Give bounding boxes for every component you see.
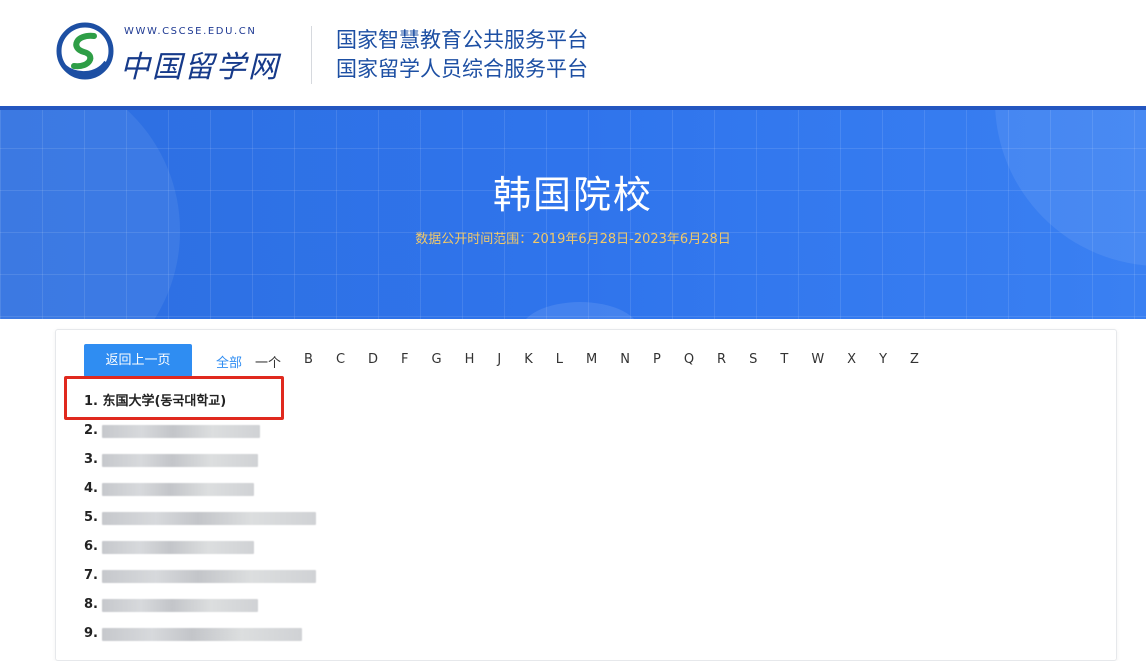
list-item[interactable]: 2. — [84, 421, 260, 441]
filter-letter[interactable]: B — [304, 352, 313, 371]
blurred-name — [102, 512, 316, 525]
list-item-number: 7. — [84, 568, 98, 583]
list-item-number: 5. — [84, 510, 98, 525]
blurred-name — [102, 483, 254, 496]
filter-letter[interactable]: L — [556, 352, 563, 371]
header-divider — [311, 26, 312, 84]
list-item[interactable]: 3. — [84, 450, 258, 470]
page-banner: 韩国院校 数据公开时间范围：2019年6月28日-2023年6月28日 — [0, 106, 1146, 319]
list-item[interactable]: 7. — [84, 566, 316, 586]
filter-letter[interactable]: Z — [910, 352, 919, 371]
logo-url-text: WWW.CSCSE.EDU.CN — [124, 26, 257, 37]
page-title: 韩国院校 — [492, 173, 653, 217]
blurred-name — [102, 628, 302, 641]
list-item-number: 6. — [84, 539, 98, 554]
filter-letter[interactable]: X — [847, 352, 856, 371]
filter-letter[interactable]: N — [620, 352, 630, 371]
filter-letter[interactable]: S — [749, 352, 757, 371]
filter-letter[interactable]: W — [811, 352, 824, 371]
filter-letter[interactable]: G — [432, 352, 442, 371]
filter-letter[interactable]: 一个 — [255, 352, 281, 371]
filter-letter[interactable]: M — [586, 352, 597, 371]
list-item-number: 3. — [84, 452, 98, 467]
list-item[interactable]: 4. — [84, 479, 254, 499]
blurred-name — [102, 454, 258, 467]
filter-letter[interactable]: T — [780, 352, 788, 371]
platform-line-1: 国家智慧教育公共服务平台 — [336, 28, 588, 52]
filter-letter[interactable]: P — [653, 352, 661, 371]
list-item-number: 2. — [84, 423, 98, 438]
back-button[interactable]: 返回上一页 — [84, 344, 192, 377]
filter-letter[interactable]: J — [497, 352, 501, 371]
list-item[interactable]: 6. — [84, 537, 254, 557]
filter-letter[interactable]: R — [717, 352, 726, 371]
letter-filter-bar: 全部 一个 B C D F G H J K L M N P Q R S T W … — [216, 352, 942, 371]
data-time-range: 数据公开时间范围：2019年6月28日-2023年6月28日 — [415, 232, 731, 247]
list-item[interactable]: 5. — [84, 508, 316, 528]
filter-letter[interactable]: C — [336, 352, 345, 371]
filter-letter[interactable]: F — [401, 352, 408, 371]
list-item-number: 4. — [84, 481, 98, 496]
blurred-name — [102, 541, 254, 554]
platform-names: 国家智慧教育公共服务平台 国家留学人员综合服务平台 — [336, 26, 588, 84]
list-item[interactable]: 9. — [84, 624, 302, 644]
logo-emblem-icon — [56, 22, 114, 80]
site-header: WWW.CSCSE.EDU.CN 中国留学网 国家智慧教育公共服务平台 国家留学… — [0, 0, 1146, 106]
logo-name-text: 中国留学网 — [120, 50, 280, 85]
banner-top-line — [0, 106, 1146, 110]
filter-letter[interactable]: Q — [684, 352, 694, 371]
blurred-name — [102, 599, 258, 612]
list-item-number: 9. — [84, 626, 98, 641]
list-item[interactable]: 8. — [84, 595, 258, 615]
filter-letter[interactable]: D — [368, 352, 378, 371]
blurred-name — [102, 425, 260, 438]
filter-letter[interactable]: H — [465, 352, 475, 371]
blurred-name — [102, 570, 316, 583]
platform-line-2: 国家留学人员综合服务平台 — [336, 57, 588, 81]
highlight-box — [64, 376, 284, 420]
filter-letter[interactable]: K — [524, 352, 533, 371]
site-logo[interactable]: WWW.CSCSE.EDU.CN 中国留学网 — [56, 20, 286, 85]
filter-letter[interactable]: Y — [879, 352, 887, 371]
list-item-number: 8. — [84, 597, 98, 612]
filter-all[interactable]: 全部 — [216, 352, 242, 371]
